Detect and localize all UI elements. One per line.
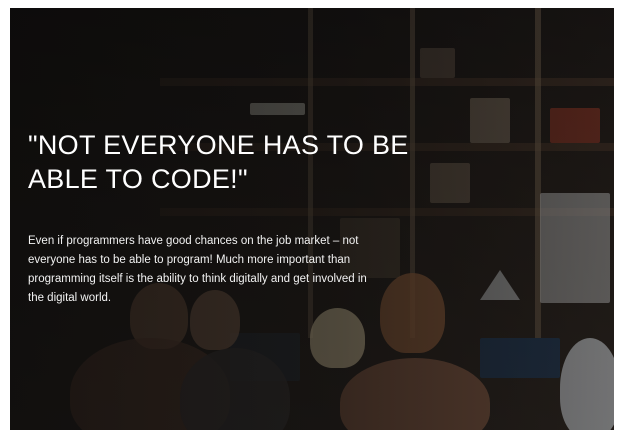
hero-banner: "NOT EVERYONE HAS TO BE ABLE TO CODE!" E… — [10, 8, 614, 430]
dark-overlay — [10, 8, 614, 430]
hero-body-text: Even if programmers have good chances on… — [28, 235, 367, 304]
hero-headline: "NOT EVERYONE HAS TO BE ABLE TO CODE!" — [28, 130, 409, 194]
